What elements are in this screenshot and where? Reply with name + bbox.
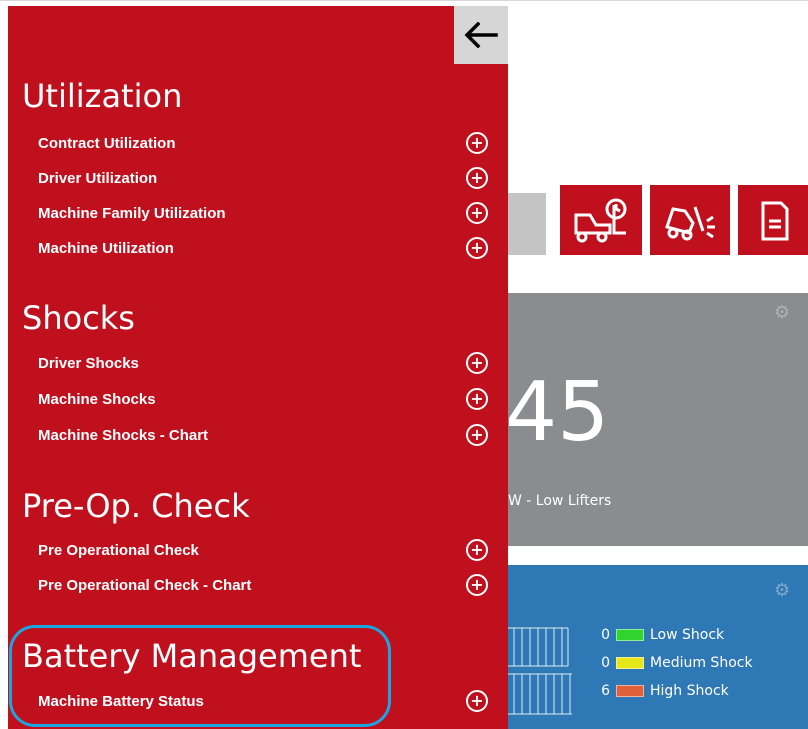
document-icon <box>761 201 789 241</box>
add-icon[interactable]: + <box>466 352 488 374</box>
legend-item-low-shock: 0 Low Shock <box>601 627 725 643</box>
add-icon[interactable]: + <box>466 167 488 189</box>
gear-icon[interactable]: ⚙ <box>774 580 790 601</box>
highlight-annotation <box>9 625 391 727</box>
menu-item-machine-family-utilization[interactable]: Machine Family Utilization + <box>38 198 498 228</box>
menu-item-driver-utilization[interactable]: Driver Utilization + <box>38 163 498 193</box>
add-icon[interactable]: + <box>466 574 488 596</box>
gear-icon[interactable]: ⚙ <box>774 302 790 323</box>
forklift-shock-button[interactable] <box>650 185 730 255</box>
legend-item-medium-shock: 0 Medium Shock <box>601 655 753 671</box>
forklift-timer-icon <box>574 198 627 243</box>
forklift-shock-icon <box>665 206 715 241</box>
add-icon[interactable]: + <box>466 202 488 224</box>
menu-item-machine-shocks-chart[interactable]: Machine Shocks - Chart + <box>38 420 498 450</box>
add-icon[interactable]: + <box>466 132 488 154</box>
menu-item-pre-operational-check[interactable]: Pre Operational Check + <box>38 535 498 565</box>
tile-value: 45 <box>505 365 610 460</box>
menu-item-pre-operational-check-chart[interactable]: Pre Operational Check - Chart + <box>38 570 498 600</box>
menu-item-machine-utilization[interactable]: Machine Utilization + <box>38 233 498 263</box>
section-title-pre-op-check: Pre-Op. Check <box>22 487 250 525</box>
back-button[interactable] <box>454 6 508 64</box>
arrow-left-icon <box>464 22 498 48</box>
add-icon[interactable]: + <box>466 690 488 712</box>
toolbar-blank-button[interactable] <box>508 193 546 255</box>
section-title-shocks: Shocks <box>22 299 135 337</box>
add-icon[interactable]: + <box>466 424 488 446</box>
report-button[interactable] <box>738 185 808 255</box>
forklift-timer-button[interactable] <box>560 185 642 255</box>
legend-item-high-shock: 6 High Shock <box>601 683 729 699</box>
menu-item-machine-shocks[interactable]: Machine Shocks + <box>38 384 498 414</box>
add-icon[interactable]: + <box>466 388 488 410</box>
tile-caption: W - Low Lifters <box>508 493 612 509</box>
menu-item-contract-utilization[interactable]: Contract Utilization + <box>38 128 498 158</box>
add-icon[interactable]: + <box>466 539 488 561</box>
add-icon[interactable]: + <box>466 237 488 259</box>
legend-swatch <box>616 629 644 641</box>
chart-grid <box>508 627 572 715</box>
menu-item-driver-shocks[interactable]: Driver Shocks + <box>38 348 498 378</box>
section-title-utilization: Utilization <box>22 77 183 115</box>
legend-swatch <box>616 685 644 697</box>
legend-swatch <box>616 657 644 669</box>
